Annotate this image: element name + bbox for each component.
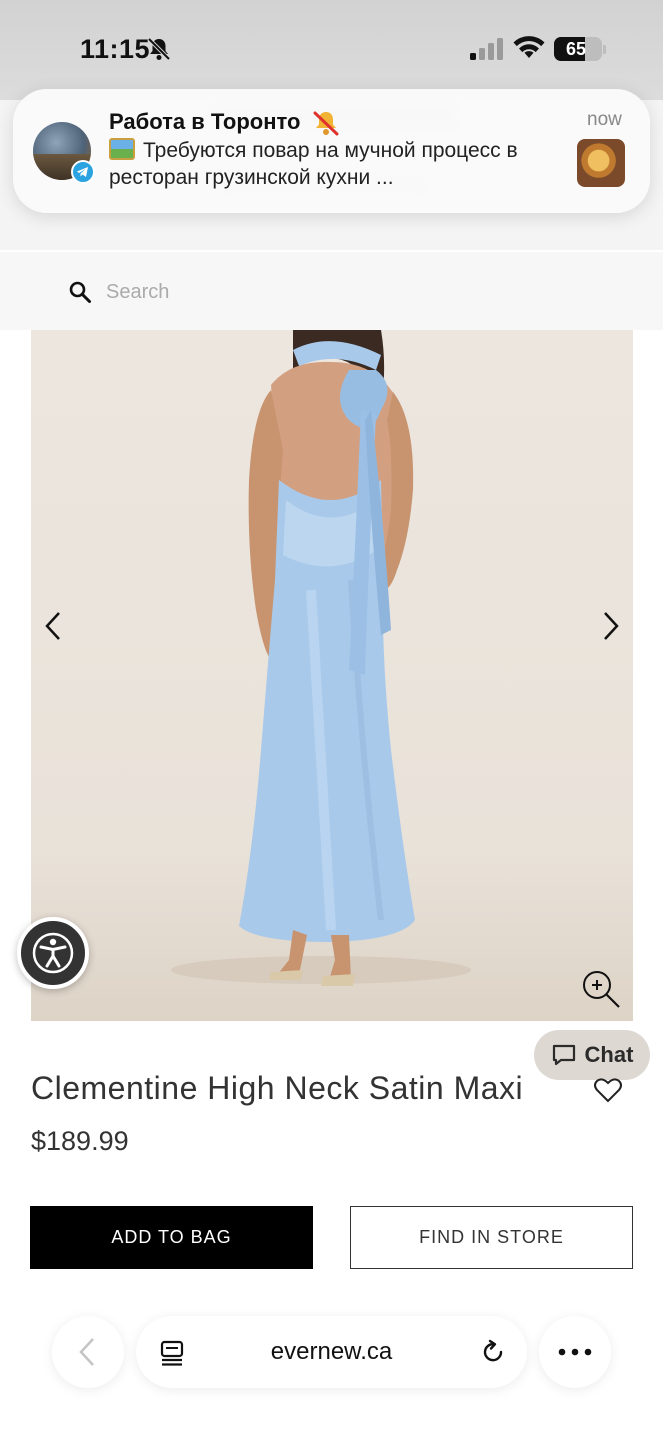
push-notification[interactable]: Работа в Торонто now Требуются повар на … (13, 89, 650, 213)
battery-tip (603, 45, 606, 54)
browser-back-button[interactable] (52, 1316, 124, 1388)
accessibility-icon (32, 932, 74, 974)
next-image-arrow-icon[interactable] (598, 610, 622, 642)
app-screen: 11:15 65 Работа в Торонто now Требуются … (0, 0, 663, 1440)
bell-slash-icon (147, 37, 171, 61)
muted-bell-icon (313, 111, 339, 136)
page-menu-icon[interactable] (160, 1340, 184, 1366)
add-to-bag-button[interactable]: ADD TO BAG (30, 1206, 313, 1269)
search-bar (0, 252, 663, 330)
dress-photo (171, 330, 471, 986)
heart-icon[interactable] (593, 1076, 623, 1104)
chat-label: Chat (584, 1042, 634, 1067)
search-icon (69, 281, 91, 303)
chat-button[interactable]: Chat (534, 1030, 650, 1080)
product-title: Clementine High Neck Satin Maxi (31, 1070, 524, 1106)
status-bar: 11:15 65 (0, 0, 663, 100)
address-url[interactable]: evernew.ca (196, 1338, 467, 1366)
accessibility-button[interactable] (17, 917, 89, 989)
cellular-signal-icon (470, 38, 503, 60)
more-dots-icon (558, 1348, 592, 1356)
notification-thumbnail (577, 139, 625, 187)
zoom-in-icon[interactable] (580, 968, 622, 1010)
notification-title: Работа в Торонто (109, 109, 301, 134)
status-time: 11:15 (80, 34, 151, 64)
notification-body: Требуются повар на мучной процесс в рест… (109, 137, 569, 191)
browser-more-button[interactable] (539, 1316, 611, 1388)
wifi-icon (513, 36, 545, 58)
notification-text: Требуются повар на мучной процесс в рест… (109, 139, 518, 189)
battery-percent: 65 (565, 39, 587, 59)
previous-image-arrow-icon[interactable] (42, 610, 66, 642)
reload-icon[interactable] (480, 1339, 506, 1365)
telegram-icon (71, 160, 95, 184)
address-bar[interactable]: evernew.ca (136, 1316, 527, 1388)
chat-bubble-icon (552, 1044, 575, 1066)
battery-indicator: 65 (554, 37, 602, 61)
product-image[interactable] (31, 330, 633, 1021)
chevron-left-icon (79, 1338, 94, 1366)
product-price: $189.99 (31, 1126, 129, 1156)
find-in-store-button[interactable]: FIND IN STORE (350, 1206, 633, 1269)
picture-emoji-icon (109, 138, 135, 160)
search-input[interactable] (100, 272, 580, 312)
notification-time: now (587, 109, 622, 130)
